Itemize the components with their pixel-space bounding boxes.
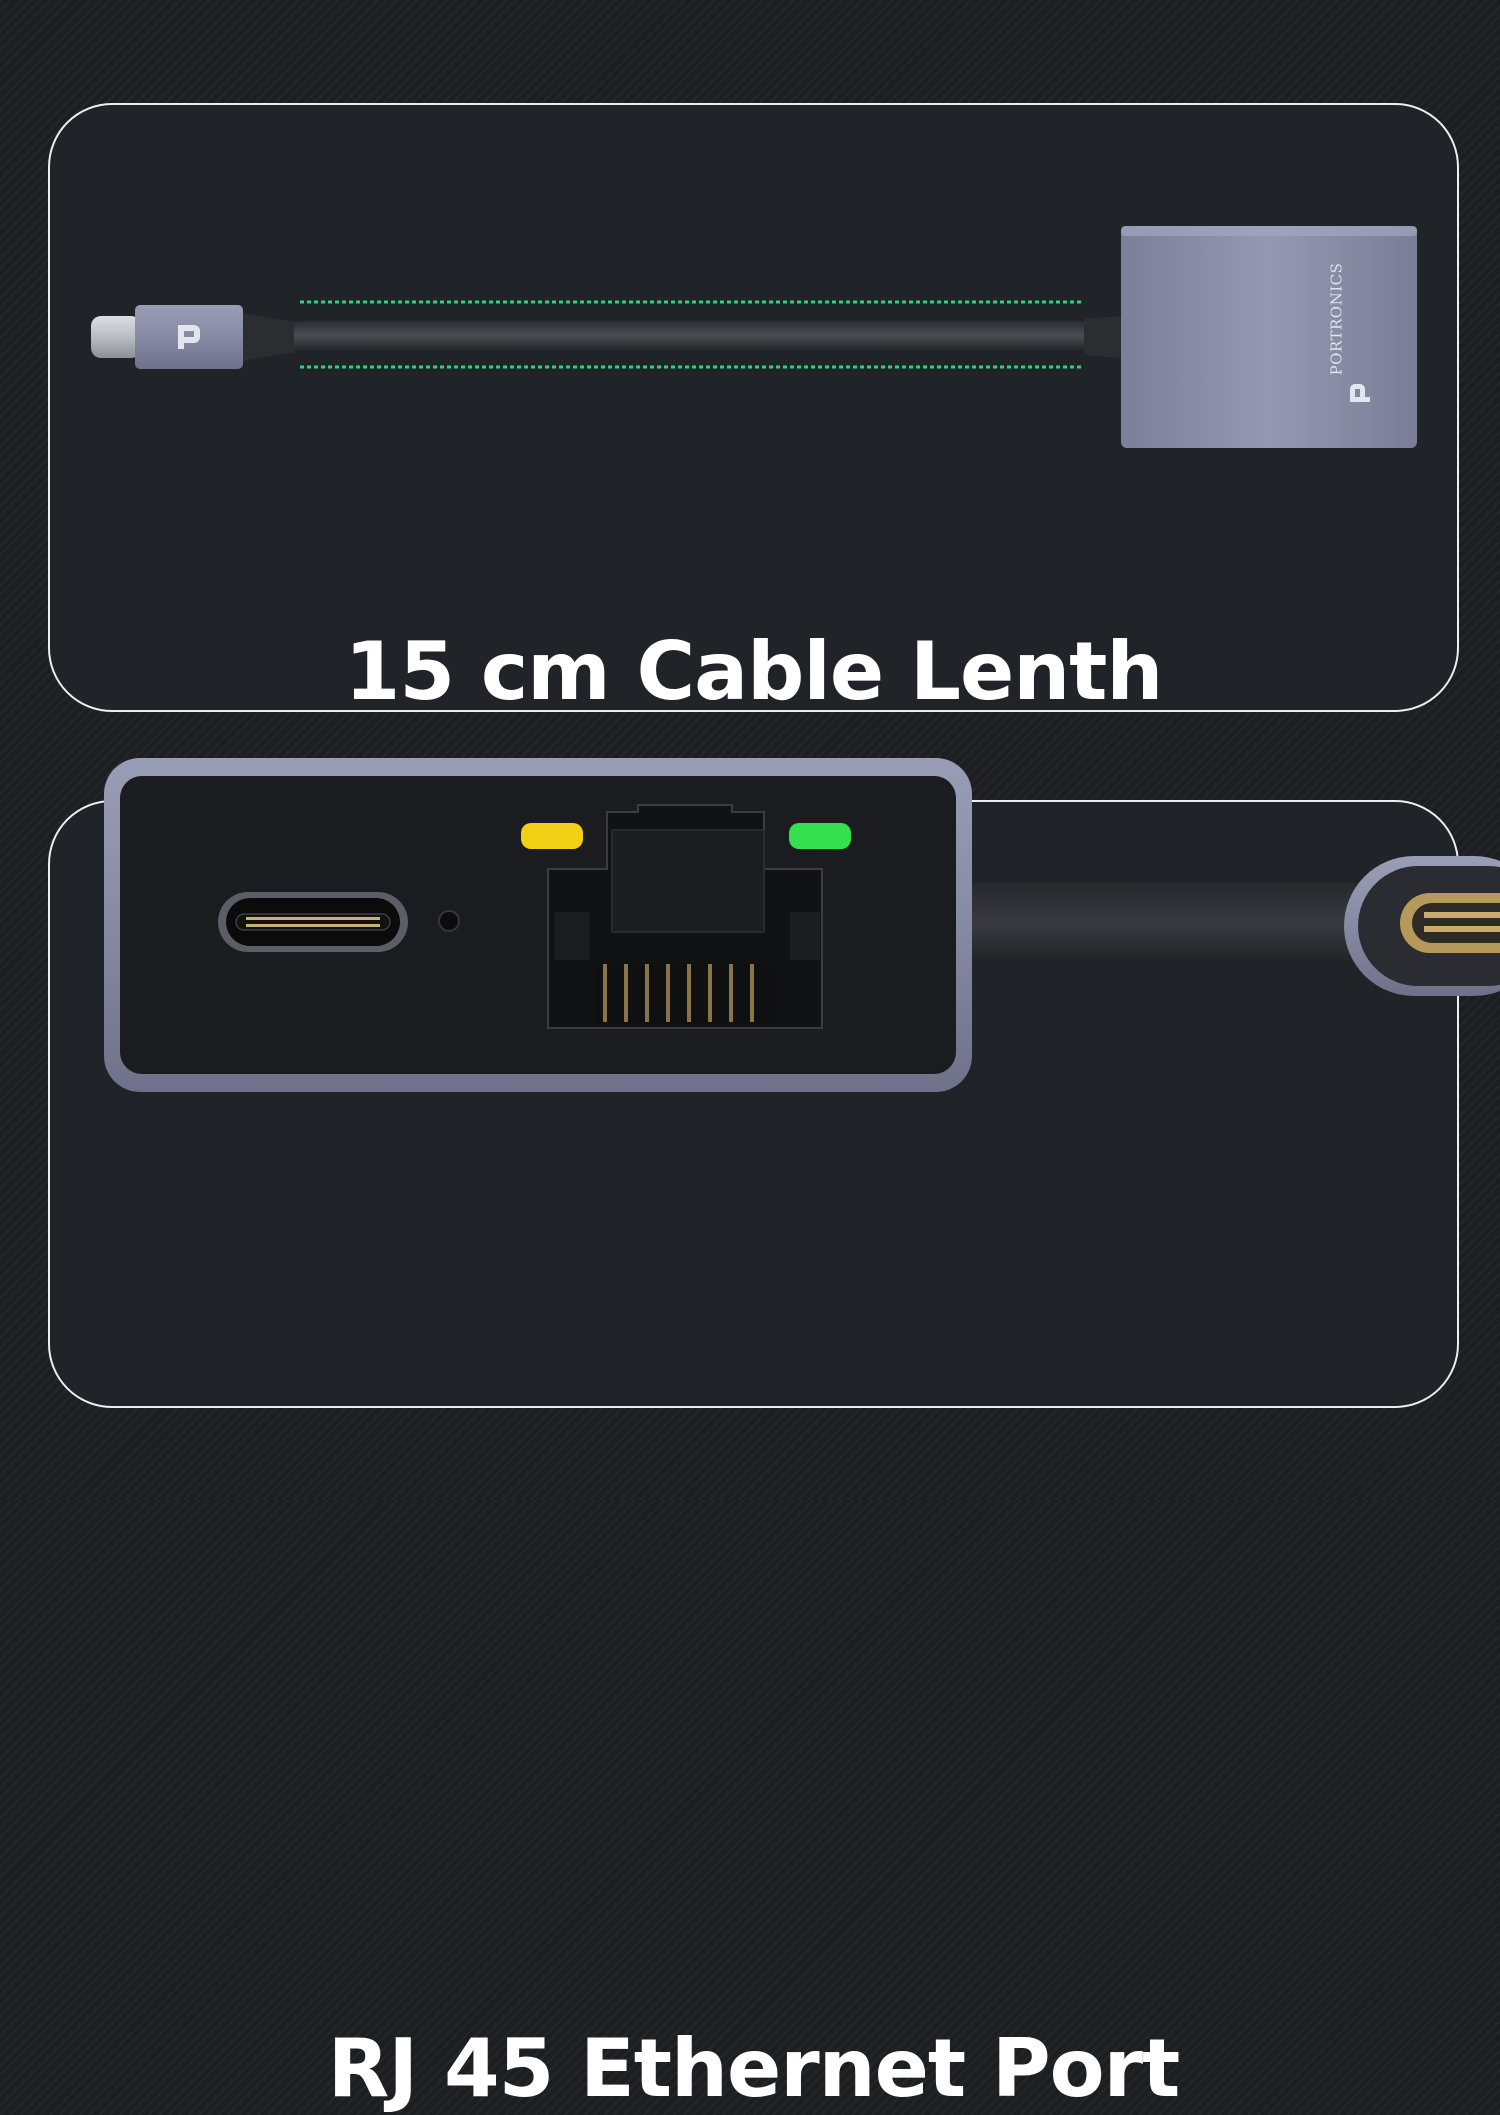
main-cable-illustration: [940, 856, 1500, 996]
led-right: [789, 823, 851, 849]
usb-c-adapter-illustration: [91, 226, 1417, 448]
strain-relief-left: [243, 313, 296, 361]
ethernet-port-caption: RJ 45 Ethernet Port: [327, 2022, 1181, 2115]
product-artwork: [91, 226, 1500, 1092]
device-brand-label: PORTRONICS: [1327, 262, 1346, 376]
adapter-front-illustration: [104, 758, 972, 1092]
led-left: [521, 823, 583, 849]
usb-c-port: [218, 892, 408, 952]
adapter-body: [1121, 226, 1417, 448]
usb-c-plug-tip: [91, 316, 141, 358]
main-cable: [940, 882, 1370, 966]
cable: [294, 321, 1086, 353]
strain-relief-right: [1084, 316, 1124, 358]
status-pinhole: [438, 910, 460, 932]
